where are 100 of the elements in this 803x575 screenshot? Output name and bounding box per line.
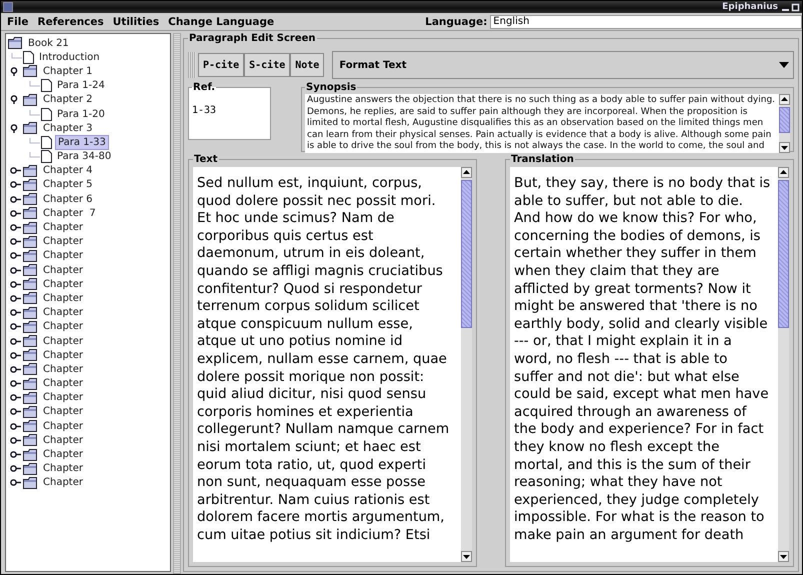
- folder-icon: [23, 462, 38, 475]
- tree-item[interactable]: Chapter 5: [41, 178, 95, 192]
- tree-item[interactable]: Chapter: [41, 320, 85, 334]
- scrollbar[interactable]: [779, 94, 790, 153]
- expand-toggle-icon[interactable]: [10, 450, 22, 460]
- page-icon: [41, 108, 52, 121]
- tree-item[interactable]: Chapter 6: [41, 192, 95, 206]
- tree-item[interactable]: Para 1-20: [55, 108, 107, 121]
- tree-item[interactable]: Chapter: [41, 235, 85, 248]
- language-field[interactable]: English: [490, 14, 802, 28]
- tree-item[interactable]: Chapter: [41, 476, 85, 490]
- expand-toggle-icon[interactable]: [10, 208, 22, 218]
- tree-item[interactable]: Chapter: [41, 434, 85, 447]
- reference-title: Ref.: [192, 82, 216, 93]
- expand-toggle-icon[interactable]: [10, 266, 22, 275]
- synopsis-text: Augustine answers the objection that there is no such thing as a body able to suffer pain without dying. Demons, he replies, are said to suffer pain although they are incorporeal. When the proposition is limited to mortal flesh, Augustine disqualifies this as an observation based on the limited things men can learn from their physical senses. Pain actually is evidence that a body is alive. Although some pain is able to drive the soul from the body, this is not always the case. In the world to come, the soul and: [306, 94, 776, 153]
- toolbar-button[interactable]: S-cite: [244, 53, 290, 77]
- expand-toggle-icon[interactable]: [10, 379, 22, 388]
- folder-icon: [23, 420, 38, 432]
- tree-item[interactable]: Chapter: [41, 334, 85, 348]
- scroll-thumb[interactable]: [778, 180, 789, 328]
- tree-item[interactable]: Chapter: [41, 249, 85, 262]
- expand-toggle-icon[interactable]: [10, 308, 22, 318]
- expand-toggle-icon[interactable]: [10, 251, 22, 260]
- tree-item[interactable]: Chapter: [41, 348, 85, 362]
- scrollbar[interactable]: [461, 167, 472, 562]
- toolbar-button[interactable]: Note: [290, 53, 324, 77]
- folder-icon: [23, 207, 38, 220]
- tree-item[interactable]: Chapter: [41, 221, 85, 234]
- expand-toggle-icon[interactable]: [10, 322, 22, 332]
- tree-item[interactable]: Chapter: [41, 420, 85, 433]
- tree-item[interactable]: Chapter 3: [41, 122, 95, 135]
- expand-toggle-icon[interactable]: [10, 194, 22, 204]
- reference-value: 1-33: [192, 105, 218, 116]
- folder-icon: [23, 320, 38, 333]
- paragraph-text: Sed nullum est, inquiunt, corpus, quod dolere possit nec possit mori. Et hoc unde scimus? Nam de corporibus quis certus est daemonum, utrum in eis doleant, quando se affligi magnis cruciatibus confitentur? Quod si respondetur terrenum corpus solidum scilicet atque conspicuum nullum esse, atque ut uno potius nomine id explicem, nullam esse carnem, quae dolere possit morique non possit: quid aliud dicitur, nisi quod sensu corporis homines et experientia collegerunt? Nullam namque carnem nisi mortalem sciunt; et haec est eorum tota ratio, ut, quod experti non sunt, nequaquam esse posse arbitrentur. Nam cuius rationis est dolorem facere mortis argumentum, cum uitae potius sit indicium? Etsi: [196, 174, 450, 545]
- page-icon: [23, 50, 34, 64]
- folder-icon: [23, 306, 38, 319]
- folder-icon: [23, 335, 38, 348]
- tree-item[interactable]: Chapter: [41, 448, 85, 462]
- folder-icon: [23, 392, 38, 404]
- expand-toggle-icon[interactable]: [10, 166, 22, 176]
- expand-toggle-icon[interactable]: [10, 393, 22, 402]
- expand-toggle-icon[interactable]: [10, 180, 22, 190]
- expand-toggle-icon[interactable]: [10, 237, 22, 246]
- expand-toggle-icon[interactable]: [10, 407, 22, 416]
- menu-item[interactable]: Change Language: [168, 16, 274, 28]
- toolbar-grip[interactable]: [188, 52, 196, 78]
- expand-toggle-icon[interactable]: [10, 223, 22, 232]
- folder-icon: [23, 193, 38, 206]
- tree-item[interactable]: Para 1-33: [55, 134, 109, 150]
- tree-item[interactable]: Chapter: [41, 292, 85, 305]
- menu-item[interactable]: References: [38, 16, 104, 28]
- toolbar-button[interactable]: P-cite: [198, 53, 244, 77]
- folder-icon: [8, 37, 23, 50]
- expand-toggle-icon[interactable]: [10, 422, 22, 431]
- menu-item[interactable]: Utilities: [112, 16, 160, 28]
- expand-toggle-icon[interactable]: [10, 478, 22, 488]
- tree-item[interactable]: Chapter: [41, 362, 85, 376]
- tree-item[interactable]: Chapter: [41, 391, 85, 404]
- page-icon: [41, 79, 52, 92]
- scroll-thumb[interactable]: [779, 107, 790, 134]
- expand-toggle-icon[interactable]: [10, 336, 22, 346]
- folder-icon: [23, 278, 38, 290]
- tree-item[interactable]: Chapter: [41, 405, 85, 418]
- scrollbar[interactable]: [778, 167, 789, 562]
- translation-title: Translation: [510, 154, 575, 165]
- expand-toggle-icon[interactable]: [10, 464, 22, 474]
- scroll-thumb[interactable]: [461, 180, 472, 328]
- folder-icon: [23, 222, 38, 234]
- folder-icon: [23, 65, 38, 78]
- folder-icon: [23, 122, 38, 134]
- tree-item[interactable]: Para 1-24: [55, 79, 107, 92]
- format-dropdown[interactable]: Format Text: [332, 51, 794, 79]
- tree-item[interactable]: Para 34-80: [55, 150, 114, 164]
- tree-item[interactable]: Introduction: [37, 50, 102, 64]
- splitter-handle[interactable]: [173, 33, 181, 574]
- tree-item[interactable]: Chapter 4: [41, 164, 95, 178]
- expand-toggle-icon[interactable]: [10, 350, 22, 360]
- expand-toggle-icon[interactable]: [10, 436, 22, 445]
- tree-item[interactable]: Chapter 1: [41, 64, 95, 78]
- menu-item[interactable]: File: [7, 16, 28, 28]
- folder-icon: [23, 236, 38, 248]
- folder-icon: [23, 178, 38, 191]
- panel-title: Paragraph Edit Screen: [188, 33, 317, 44]
- expand-toggle-icon[interactable]: [10, 280, 22, 289]
- folder-icon: [23, 250, 38, 262]
- expand-toggle-icon[interactable]: [10, 294, 22, 303]
- tree-item[interactable]: Chapter: [41, 462, 85, 476]
- folder-icon: [23, 406, 38, 418]
- tree-item[interactable]: Chapter: [41, 278, 85, 291]
- folder-icon: [23, 292, 38, 304]
- tree-item[interactable]: Chapter 2: [41, 93, 95, 106]
- folder-icon: [23, 476, 38, 489]
- tree-item[interactable]: Chapter: [41, 377, 85, 390]
- tree-item[interactable]: Book 21: [26, 36, 71, 50]
- tree-item[interactable]: Chapter 7: [41, 206, 98, 220]
- tree-item[interactable]: Chapter: [41, 306, 85, 320]
- expand-toggle-icon[interactable]: [10, 364, 22, 374]
- tree-item[interactable]: Chapter: [41, 264, 85, 277]
